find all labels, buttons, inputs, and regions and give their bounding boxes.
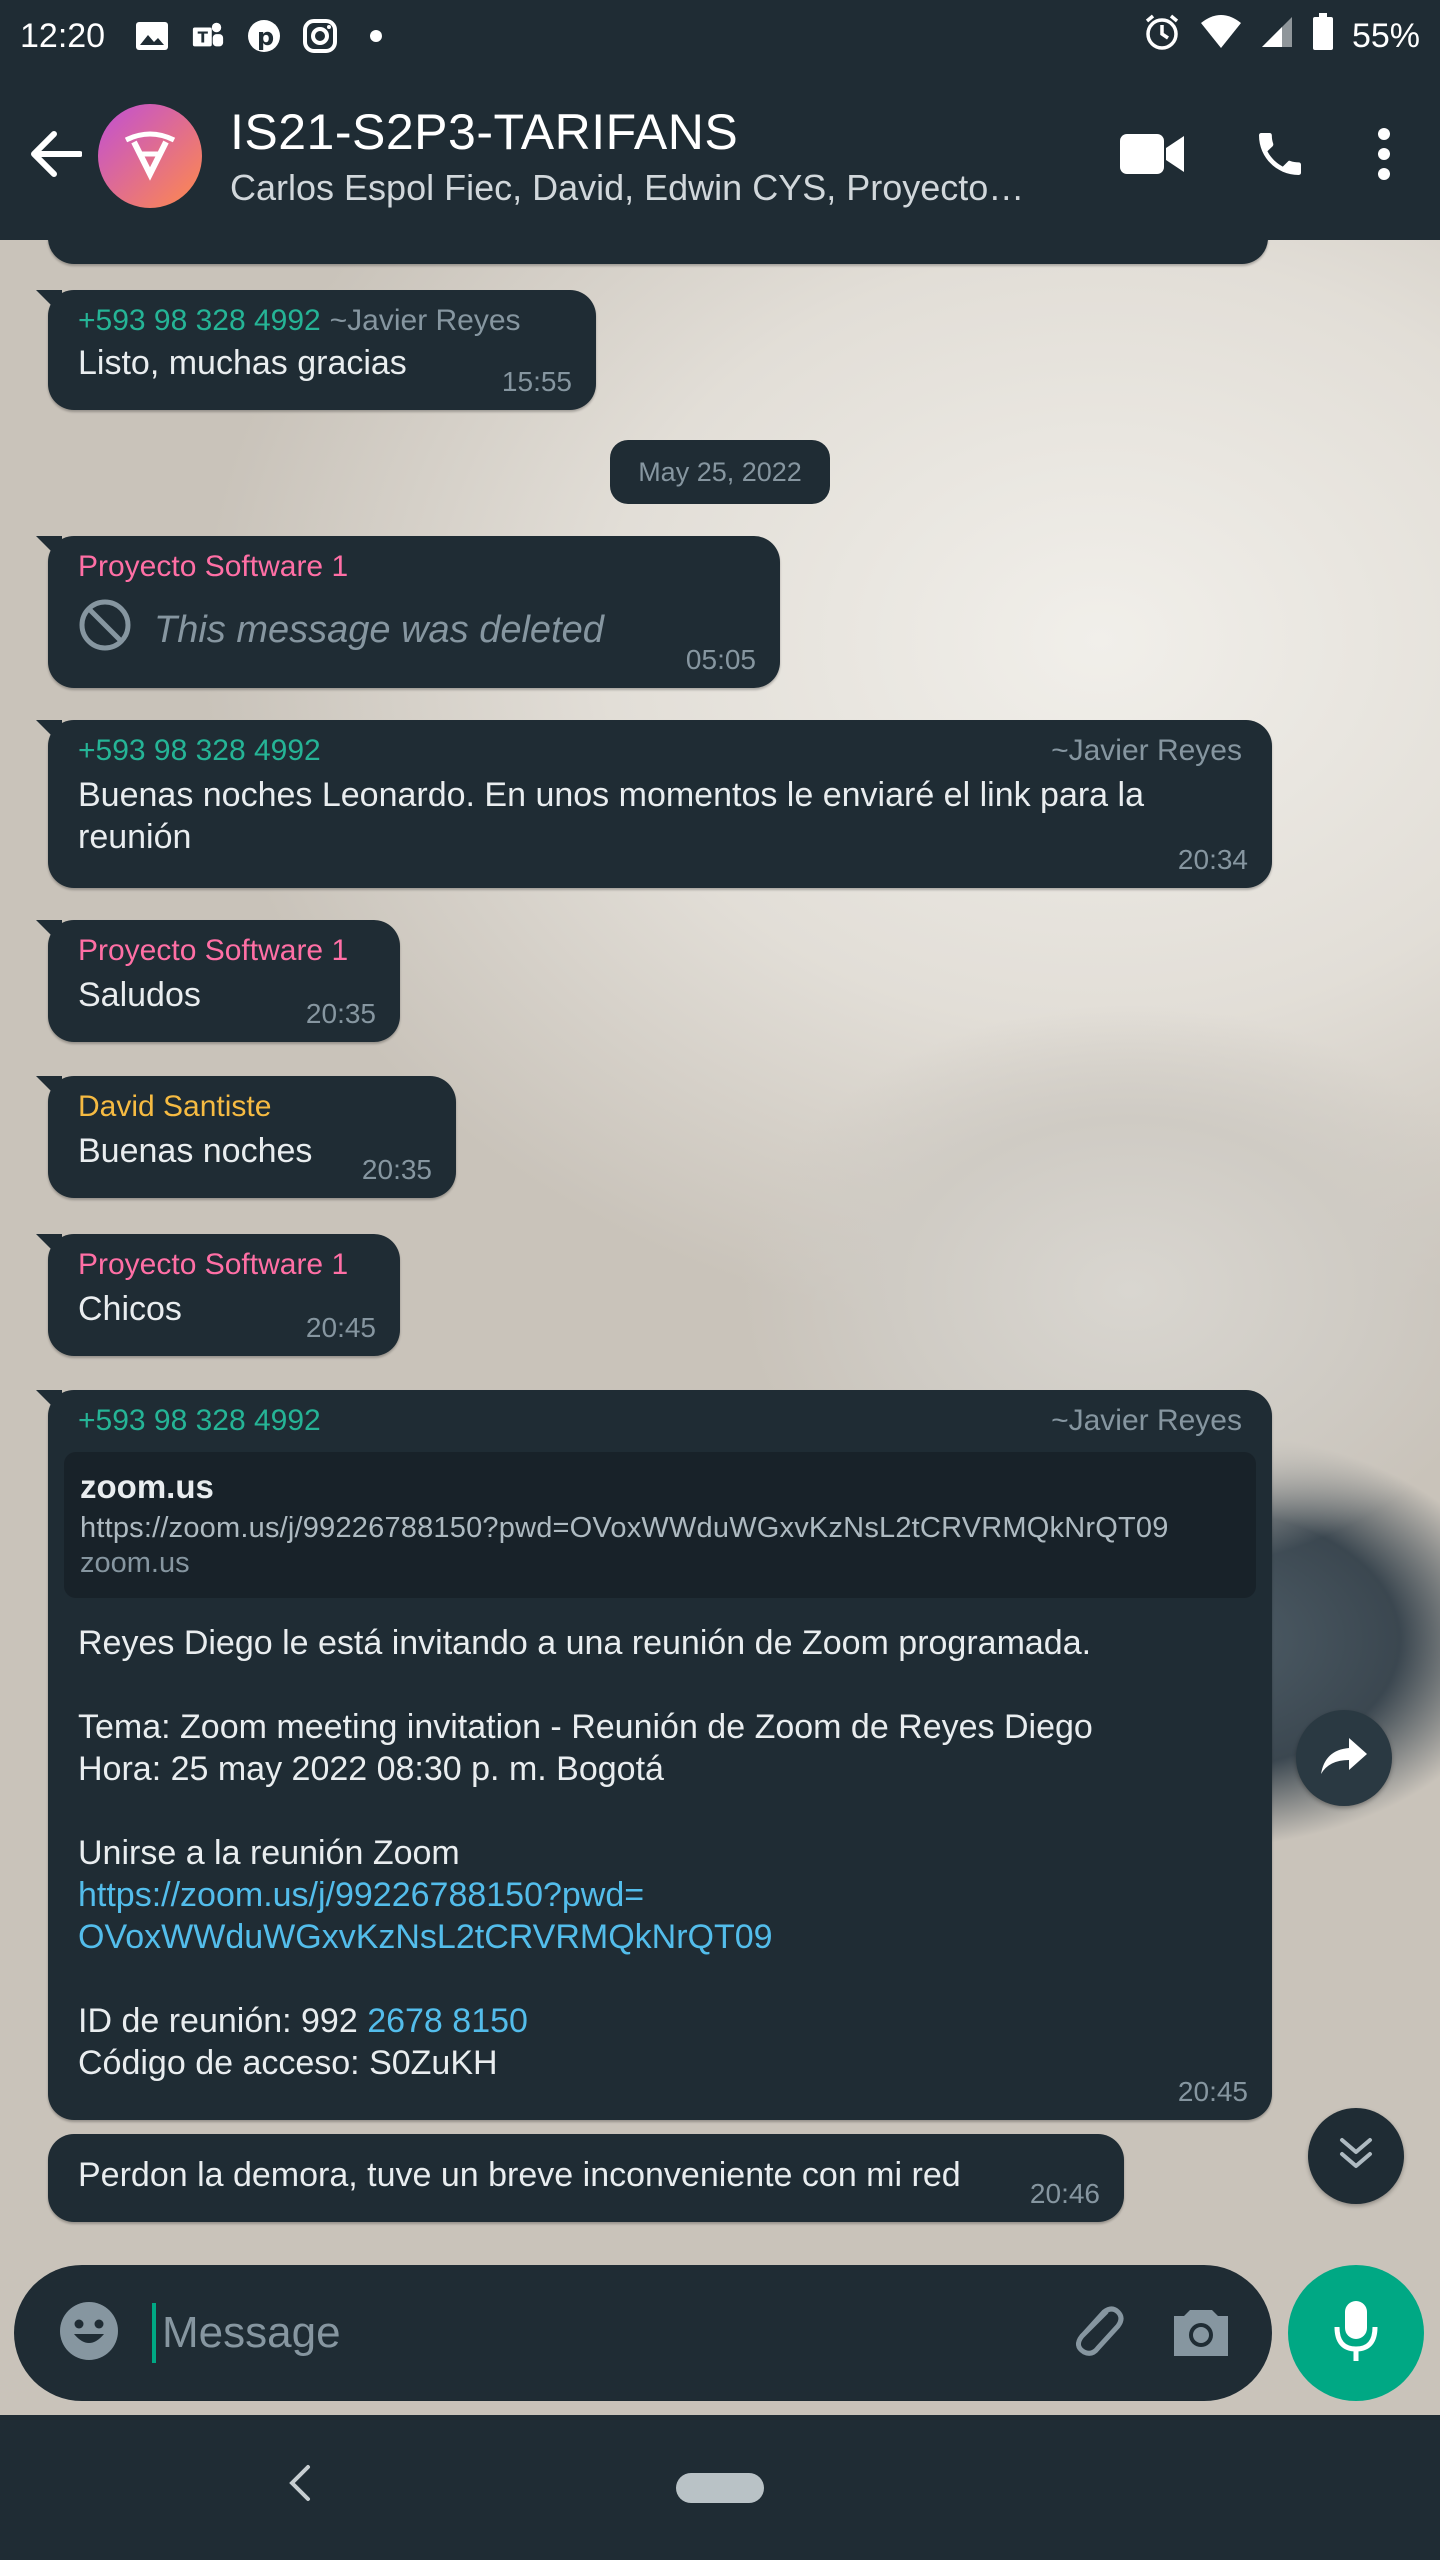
video-call-icon <box>1120 133 1184 180</box>
message-time: 05:05 <box>685 644 756 675</box>
message-bubble-partial[interactable] <box>48 240 1268 264</box>
forward-button[interactable] <box>1296 1710 1392 1806</box>
chat-header: IS21-S2P3-TARIFANS Carlos Espol Fiec, Da… <box>0 72 1440 240</box>
group-members: Carlos Espol Fiec, David, Edwin CYS, Pro… <box>230 167 1025 208</box>
meeting-id-link[interactable]: 2678 8150 <box>367 2002 528 2040</box>
link-preview-url: https://zoom.us/j/99226788150?pwd=OVoxWW… <box>80 1512 1169 1544</box>
deleted-icon <box>78 598 132 662</box>
meeting-id-label: ID de reunión: 992 <box>78 2002 368 2040</box>
message-time: 20:34 <box>1177 844 1248 875</box>
message-time: 15:55 <box>501 366 572 397</box>
video-call-button[interactable] <box>1120 132 1184 181</box>
system-back-button[interactable] <box>270 2455 330 2515</box>
message-time: 20:46 <box>1029 2178 1100 2209</box>
message-time: 20:45 <box>305 1312 376 1343</box>
zoom-link-part1[interactable]: https://zoom.us/j/99226788150?pwd= <box>78 1874 1242 1916</box>
message-sender[interactable]: Proyecto Software 1 <box>78 550 750 584</box>
link-preview[interactable]: zoom.us https://zoom.us/j/99226788150?pw… <box>64 1452 1256 1598</box>
message-text-line: Hora: 25 may 2022 08:30 p. m. Bogotá <box>78 1750 664 1788</box>
battery-icon <box>1312 12 1334 60</box>
group-avatar[interactable] <box>98 104 202 208</box>
message-sender-alias: ~Javier Reyes <box>1051 734 1242 767</box>
zoom-link-part2[interactable]: OVoxWWduWGxvKzNsL2tCRVRMQkNrQT09 <box>78 1916 1242 1958</box>
camera-icon <box>1170 2304 1232 2363</box>
message-time: 20:45 <box>1177 2076 1248 2107</box>
attach-button[interactable] <box>1062 2298 1132 2368</box>
message-sender[interactable]: +593 98 328 4992 <box>78 1404 321 1438</box>
wifi-icon <box>1200 14 1242 58</box>
link-preview-source: zoom.us <box>80 1547 190 1579</box>
more-notifications-dot-icon <box>359 19 393 53</box>
nav-back-icon <box>288 2463 312 2508</box>
message-bubble[interactable]: David Santiste Buenas noches 20:35 <box>36 1076 456 1198</box>
scroll-down-icon <box>1336 2136 1376 2177</box>
message-time: 20:35 <box>361 1154 432 1185</box>
status-bar: 12:20 T p 55% <box>0 0 1440 72</box>
message-composer: Message <box>14 2265 1272 2401</box>
mic-icon <box>1331 2299 1381 2368</box>
camera-button[interactable] <box>1166 2298 1236 2368</box>
message-text-line: Tema: Zoom meeting invitation - Reunión … <box>78 1708 1093 1746</box>
message-sender[interactable]: +593 98 328 4992 <box>78 734 321 768</box>
message-bubble[interactable]: +593 98 328 4992 ~Javier Reyes Buenas no… <box>36 720 1272 888</box>
system-navigation-bar <box>0 2415 1440 2560</box>
gallery-notification-icon <box>135 19 169 53</box>
message-bubble-deleted[interactable]: Proyecto Software 1 This message was del… <box>36 536 780 688</box>
message-text-line: Unirse a la reunión Zoom <box>78 1834 460 1872</box>
forward-icon <box>1319 1736 1369 1781</box>
alarm-icon <box>1142 12 1182 61</box>
message-bubble-link[interactable]: +593 98 328 4992 ~Javier Reyes zoom.us h… <box>36 1390 1272 2120</box>
message-bubble[interactable]: +593 98 328 4992 ~Javier Reyes Listo, mu… <box>36 290 596 410</box>
teams-notification-icon: T <box>191 19 225 53</box>
message-sender-alias: ~Javier Reyes <box>1051 1404 1242 1437</box>
message-bubble[interactable]: Perdon la demora, tuve un breve inconven… <box>48 2134 1124 2222</box>
message-text: This message was deleted <box>154 608 604 651</box>
message-sender[interactable]: David Santiste <box>78 1090 426 1124</box>
chat-title-area[interactable]: IS21-S2P3-TARIFANS Carlos Espol Fiec, Da… <box>230 103 1090 209</box>
cell-signal-icon <box>1260 15 1294 58</box>
more-options-button[interactable] <box>1376 126 1392 187</box>
phone-icon <box>1252 132 1308 186</box>
message-text: Perdon la demora, tuve un breve inconven… <box>78 2156 961 2194</box>
date-separator: May 25, 2022 <box>610 440 830 504</box>
message-sender[interactable]: +593 98 328 4992 <box>78 304 321 337</box>
status-time: 12:20 <box>20 16 106 55</box>
message-time: 20:35 <box>305 998 376 1029</box>
link-preview-domain: zoom.us <box>80 1468 214 1505</box>
voice-call-button[interactable] <box>1252 126 1308 187</box>
chat-area[interactable]: +593 98 328 4992 ~Javier Reyes Listo, mu… <box>0 240 1440 2415</box>
emoji-button[interactable] <box>54 2298 124 2368</box>
message-sender[interactable]: Proyecto Software 1 <box>78 1248 370 1282</box>
message-bubble[interactable]: Proyecto Software 1 Chicos 20:45 <box>36 1234 400 1356</box>
svg-text:T: T <box>198 29 209 47</box>
pinterest-notification-icon: p <box>247 19 281 53</box>
back-arrow-icon <box>30 130 83 182</box>
svg-text:p: p <box>257 23 274 51</box>
back-button[interactable] <box>16 116 96 196</box>
battery-percent: 55% <box>1351 16 1420 55</box>
group-title: IS21-S2P3-TARIFANS <box>230 104 739 160</box>
message-text-line: Reyes Diego le está invitando a una reun… <box>78 1624 1092 1662</box>
access-code: Código de acceso: S0ZuKH <box>78 2044 498 2082</box>
message-sender-alias: ~Javier Reyes <box>329 304 521 337</box>
message-input[interactable]: Message <box>152 2303 1028 2363</box>
message-sender[interactable]: Proyecto Software 1 <box>78 934 370 968</box>
message-bubble[interactable]: Proyecto Software 1 Saludos 20:35 <box>36 920 400 1042</box>
more-vert-icon <box>1376 127 1392 186</box>
scroll-to-bottom-button[interactable] <box>1308 2108 1404 2204</box>
emoji-icon <box>58 2300 120 2367</box>
system-home-pill[interactable] <box>676 2473 764 2503</box>
instagram-notification-icon <box>303 19 338 53</box>
voice-message-button[interactable] <box>1288 2265 1424 2401</box>
message-text: Listo, muchas gracias <box>78 344 407 382</box>
message-text: Buenas noches Leonardo. En unos momentos… <box>78 776 1145 856</box>
attach-icon <box>1066 2300 1128 2367</box>
